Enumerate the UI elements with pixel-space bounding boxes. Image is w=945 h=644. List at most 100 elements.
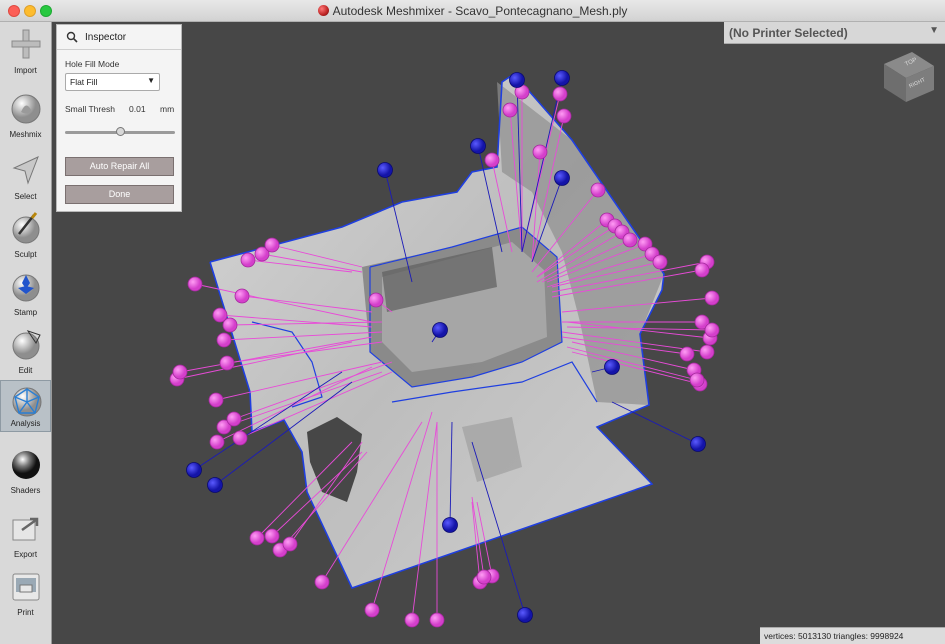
- inspector-header: Inspector: [57, 25, 181, 50]
- hole-fill-mode-select[interactable]: Flat Fill ▼: [65, 73, 160, 91]
- meshmix-bunny-icon: [11, 94, 41, 124]
- hole-marker[interactable]: [690, 436, 706, 452]
- hole-marker[interactable]: [604, 359, 620, 375]
- inspector-panel: Inspector Hole Fill Mode Flat Fill ▼ Sma…: [56, 24, 182, 212]
- non-manifold-marker[interactable]: [282, 536, 298, 552]
- non-manifold-marker[interactable]: [704, 322, 720, 338]
- 3d-viewport[interactable]: [52, 22, 945, 644]
- hole-fill-mode-value: Flat Fill: [70, 77, 98, 87]
- shader-sphere-icon: [12, 451, 40, 479]
- select-label: Select: [14, 192, 37, 201]
- hole-fill-mode-label: Hole Fill Mode: [65, 59, 120, 69]
- meshmix-label: Meshmix: [9, 130, 42, 139]
- inspector-title: Inspector: [85, 32, 127, 43]
- printer-selector[interactable]: (No Printer Selected) ▼: [724, 22, 945, 44]
- hole-marker[interactable]: [554, 70, 570, 86]
- hole-marker[interactable]: [186, 462, 202, 478]
- printer-icon: [12, 573, 40, 601]
- print-button[interactable]: Print: [0, 566, 51, 620]
- non-manifold-marker[interactable]: [364, 602, 380, 618]
- select-button[interactable]: Select: [0, 150, 51, 204]
- hole-marker[interactable]: [517, 607, 533, 623]
- left-toolbar: Import Meshmix Select Sculpt Stamp Edit …: [0, 22, 52, 644]
- non-manifold-marker[interactable]: [652, 254, 668, 270]
- non-manifold-marker[interactable]: [314, 574, 330, 590]
- non-manifold-marker[interactable]: [264, 528, 280, 544]
- non-manifold-marker[interactable]: [689, 372, 705, 388]
- non-manifold-marker[interactable]: [704, 290, 720, 306]
- export-button[interactable]: Export: [0, 508, 51, 562]
- import-button[interactable]: Import: [0, 24, 51, 78]
- hole-marker[interactable]: [509, 72, 525, 88]
- dropdown-arrow-icon: ▼: [929, 25, 939, 36]
- view-cube[interactable]: TOP RIGHT: [878, 44, 940, 106]
- analysis-button[interactable]: Analysis: [0, 380, 51, 432]
- non-manifold-marker[interactable]: [249, 530, 265, 546]
- non-manifold-marker[interactable]: [187, 276, 203, 292]
- non-manifold-marker[interactable]: [590, 182, 606, 198]
- non-manifold-marker[interactable]: [532, 144, 548, 160]
- sculpt-label: Sculpt: [14, 250, 37, 259]
- stamp-label: Stamp: [13, 308, 38, 317]
- non-manifold-marker[interactable]: [679, 346, 695, 362]
- mesh-stats: vertices: 5013130 triangles: 9998924: [764, 631, 904, 641]
- non-manifold-marker[interactable]: [476, 569, 492, 585]
- cursor-arrow-icon: [12, 156, 39, 185]
- window-title: Autodesk Meshmixer - Scavo_Pontecagnano_…: [0, 4, 945, 18]
- shaders-label: Shaders: [10, 486, 41, 495]
- mesh-scene: [169, 70, 720, 628]
- sculpt-brush-icon: [12, 212, 40, 244]
- non-manifold-marker[interactable]: [232, 430, 248, 446]
- title-bar: Autodesk Meshmixer - Scavo_Pontecagnano_…: [0, 0, 945, 22]
- hole-marker[interactable]: [207, 477, 223, 493]
- auto-repair-all-button[interactable]: Auto Repair All: [65, 157, 174, 176]
- import-label: Import: [14, 66, 37, 75]
- small-thresh-label: Small Thresh: [65, 104, 115, 114]
- meshmix-button[interactable]: Meshmix: [0, 88, 51, 142]
- edit-button[interactable]: Edit: [0, 324, 51, 378]
- non-manifold-marker[interactable]: [219, 355, 235, 371]
- magnifier-icon: [66, 31, 78, 43]
- non-manifold-marker[interactable]: [429, 612, 445, 628]
- export-icon: [12, 517, 39, 541]
- export-label: Export: [13, 550, 38, 559]
- non-manifold-marker[interactable]: [264, 237, 280, 253]
- non-manifold-marker[interactable]: [699, 344, 715, 360]
- shaders-button[interactable]: Shaders: [0, 444, 51, 498]
- non-manifold-marker[interactable]: [404, 612, 420, 628]
- window-title-text: Autodesk Meshmixer - Scavo_Pontecagnano_…: [332, 4, 628, 18]
- non-manifold-marker[interactable]: [502, 102, 518, 118]
- non-manifold-marker[interactable]: [226, 411, 242, 427]
- analysis-label: Analysis: [10, 419, 41, 428]
- hole-marker[interactable]: [432, 322, 448, 338]
- sculpt-button[interactable]: Sculpt: [0, 208, 51, 262]
- small-thresh-unit: mm: [160, 104, 175, 114]
- analysis-mesh-icon: [12, 387, 42, 417]
- non-manifold-marker[interactable]: [552, 86, 568, 102]
- non-manifold-marker[interactable]: [484, 152, 500, 168]
- stamp-icon: [12, 274, 40, 302]
- hole-marker[interactable]: [442, 517, 458, 533]
- hole-marker[interactable]: [554, 170, 570, 186]
- non-manifold-marker[interactable]: [694, 262, 710, 278]
- non-manifold-marker[interactable]: [208, 392, 224, 408]
- non-manifold-marker[interactable]: [216, 332, 232, 348]
- printer-label: (No Printer Selected): [729, 26, 848, 40]
- marker-leader-line: [611, 401, 699, 445]
- small-thresh-slider-knob[interactable]: [115, 127, 125, 136]
- non-manifold-marker[interactable]: [209, 434, 225, 450]
- non-manifold-marker[interactable]: [222, 317, 238, 333]
- non-manifold-marker[interactable]: [240, 252, 256, 268]
- non-manifold-marker[interactable]: [234, 288, 250, 304]
- plus-icon: [11, 29, 41, 59]
- non-manifold-marker[interactable]: [556, 108, 572, 124]
- non-manifold-marker[interactable]: [368, 292, 384, 308]
- status-bar: vertices: 5013130 triangles: 9998924: [760, 627, 945, 644]
- done-button[interactable]: Done: [65, 185, 174, 204]
- non-manifold-marker[interactable]: [172, 364, 188, 380]
- non-manifold-marker[interactable]: [622, 232, 638, 248]
- stamp-button[interactable]: Stamp: [0, 266, 51, 320]
- edit-label: Edit: [18, 366, 33, 375]
- hole-marker[interactable]: [377, 162, 393, 178]
- hole-marker[interactable]: [470, 138, 486, 154]
